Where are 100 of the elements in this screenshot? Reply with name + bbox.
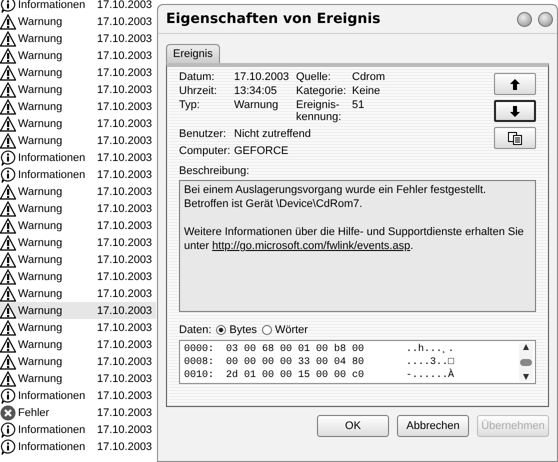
description-box[interactable] — [179, 180, 536, 312]
event-date: 17.10.2003 — [97, 84, 152, 96]
radio-circle[interactable] — [262, 325, 272, 335]
event-type: Warnung — [18, 16, 64, 28]
event-type: Warnung — [18, 356, 64, 368]
event-row[interactable]: Warnung 17.10.2003 — [0, 13, 156, 30]
event-row[interactable]: Informationen 17.10.2003 — [0, 421, 156, 438]
tab[interactable]: Ereignis — [166, 44, 220, 63]
event-row[interactable]: Warnung 17.10.2003 — [0, 30, 156, 47]
event-row[interactable]: Warnung 17.10.2003 — [0, 64, 156, 81]
event-type: Informationen — [18, 390, 86, 402]
radio-label: Wörter — [274, 324, 308, 336]
field-label: Uhrzeit: — [179, 85, 218, 97]
hex-bytes: 2d 01 00 00 15 00 00 c0 — [226, 369, 366, 382]
event-date: 17.10.2003 — [97, 406, 152, 418]
event-date: 17.10.2003 — [97, 168, 152, 180]
event-row[interactable]: Warnung 17.10.2003 — [0, 81, 156, 98]
event-row[interactable]: Warnung 17.10.2003 — [0, 234, 156, 251]
event-type: Warnung — [18, 322, 64, 334]
hex-offset: 0010: — [184, 369, 216, 382]
event-row[interactable]: Warnung 17.10.2003 — [0, 302, 156, 319]
help-link[interactable]: http://go.microsoft.com/fwlink/events.asp — [212, 240, 410, 252]
event-type: Warnung — [18, 32, 64, 44]
event-date: 17.10.2003 — [97, 100, 152, 112]
event-row[interactable]: Informationen 17.10.2003 — [0, 149, 156, 166]
field-label: Datum: — [179, 71, 216, 83]
field-value: Cdrom — [352, 71, 386, 83]
event-date: 17.10.2003 — [97, 356, 152, 368]
event-date: 17.10.2003 — [97, 254, 152, 266]
event-row[interactable]: Warnung 17.10.2003 — [0, 217, 156, 234]
up-arrow-icon — [510, 78, 520, 90]
event-type: Fehler — [18, 406, 50, 418]
window-button[interactable] — [517, 12, 532, 26]
radio-option[interactable]: Wörter — [262, 324, 308, 336]
event-type: Warnung — [18, 288, 64, 300]
event-type: Warnung — [18, 236, 64, 248]
event-row[interactable]: Warnung 17.10.2003 — [0, 47, 156, 64]
field-label: Benutzer: — [179, 128, 228, 140]
event-row[interactable]: Informationen 17.10.2003 — [0, 438, 156, 455]
previous-button[interactable] — [494, 73, 536, 95]
event-date: 17.10.2003 — [97, 50, 152, 62]
data-label: Daten: — [179, 324, 212, 336]
field-value: 13:34:05 — [234, 85, 278, 97]
radio-circle[interactable] — [216, 325, 226, 335]
hex-bytes: 00 00 00 00 33 00 04 80 — [226, 356, 366, 369]
event-type: Informationen — [18, 152, 86, 164]
event-date: 17.10.2003 — [97, 322, 152, 334]
event-row[interactable]: Warnung 17.10.2003 — [0, 319, 156, 336]
field-label: Ereignis-kennung: — [296, 99, 342, 123]
event-row[interactable]: Informationen 17.10.2003 — [0, 166, 156, 183]
field-value: Nicht zutreffend — [234, 128, 311, 140]
scroll-up-icon — [522, 343, 530, 351]
event-row[interactable]: Warnung 17.10.2003 — [0, 200, 156, 217]
event-date: 17.10.2003 — [97, 202, 152, 214]
event-type: Warnung — [18, 84, 64, 96]
next-button[interactable] — [494, 100, 536, 122]
event-row[interactable]: Warnung 17.10.2003 — [0, 353, 156, 370]
copy-icon — [508, 132, 522, 144]
field-value: 51 — [352, 99, 366, 111]
window-button[interactable] — [538, 12, 553, 26]
event-type: Warnung — [18, 134, 64, 146]
event-row[interactable]: Warnung 17.10.2003 — [0, 98, 156, 115]
radio-label: Bytes — [229, 324, 257, 336]
hex-offset: 0000: — [184, 343, 216, 356]
event-row[interactable]: Warnung 17.10.2003 — [0, 268, 156, 285]
event-type: Warnung — [18, 66, 64, 78]
event-row[interactable]: Warnung 17.10.2003 — [0, 370, 156, 387]
event-row[interactable]: Warnung 17.10.2003 — [0, 336, 156, 353]
event-date: 17.10.2003 — [97, 440, 152, 452]
event-row[interactable]: Warnung 17.10.2003 — [0, 132, 156, 149]
event-date: 17.10.2003 — [97, 220, 152, 232]
event-row[interactable]: Warnung 17.10.2003 — [0, 251, 156, 268]
field-value: GEFORCE — [234, 145, 288, 157]
event-date: 17.10.2003 — [97, 152, 152, 164]
event-date: 17.10.2003 — [97, 186, 152, 198]
dialog-button[interactable]: Abbrechen — [397, 415, 469, 437]
event-row[interactable]: Warnung 17.10.2003 — [0, 285, 156, 302]
event-date: 17.10.2003 — [97, 270, 152, 282]
scroll-bar[interactable] — [519, 343, 533, 381]
event-type: Informationen — [18, 424, 86, 436]
description-text: Weitere Informationen über die Hilfe- und Supportdienste erhalten Sie unter http://go.microsoft.com/fwlink/events.asp. — [184, 225, 525, 253]
field-value: Warnung — [234, 99, 280, 111]
dialog-button[interactable]: OK — [317, 415, 389, 437]
scroll-thumb[interactable] — [520, 358, 532, 366]
field-label: Kategorie: — [296, 85, 344, 97]
event-type: Warnung — [18, 270, 64, 282]
description-label: Beschreibung: — [179, 165, 250, 177]
event-row[interactable]: Warnung 17.10.2003 — [0, 183, 156, 200]
radio-option[interactable]: Bytes — [216, 324, 257, 336]
field-value: 17.10.2003 — [234, 71, 290, 83]
copy-button[interactable] — [494, 127, 536, 149]
event-type: Warnung — [18, 372, 64, 384]
hex-data-box[interactable]: 0000: 03 00 68 00 01 00 b8 00 ..h...¸. 0008: 00 00 00 00 33 00 04 80 ....3..□ 0010: 2d 01 00 00 15 00 00 c0 -......À — [179, 340, 536, 384]
event-row[interactable]: Warnung 17.10.2003 — [0, 115, 156, 132]
event-type: Informationen — [18, 168, 86, 180]
event-date: 17.10.2003 — [97, 16, 152, 28]
event-date: 17.10.2003 — [97, 118, 152, 130]
event-row[interactable]: Informationen 17.10.2003 — [0, 387, 156, 404]
event-date: 17.10.2003 — [97, 390, 152, 402]
event-row[interactable]: Fehler 17.10.2003 — [0, 404, 156, 421]
